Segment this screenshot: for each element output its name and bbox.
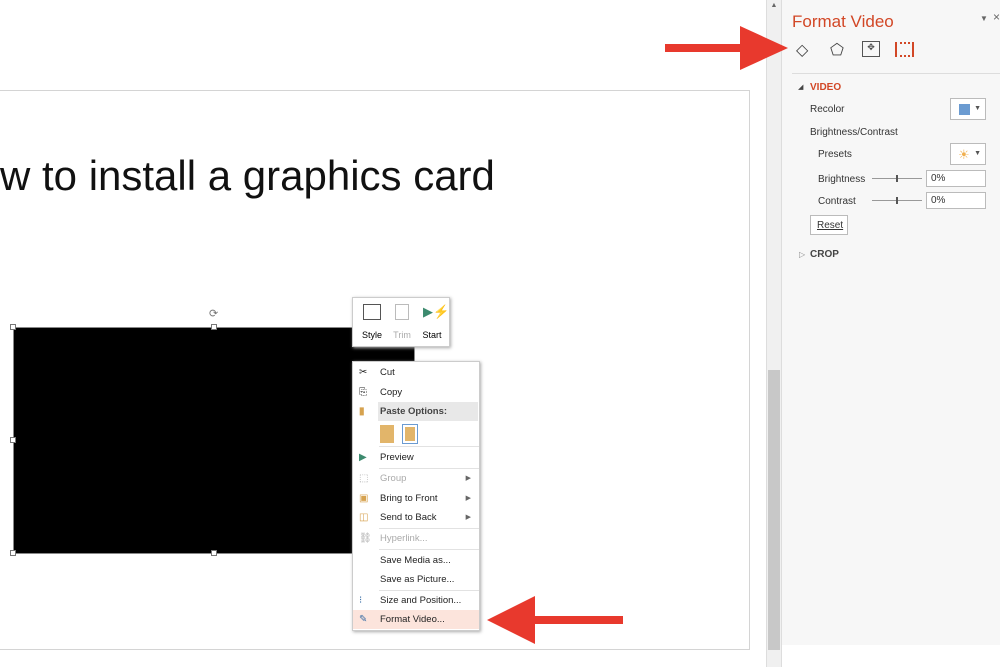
arrow-to-format-video xyxy=(487,596,623,644)
arrow-to-pane-icon xyxy=(665,26,788,70)
annotation-arrows xyxy=(487,26,788,644)
